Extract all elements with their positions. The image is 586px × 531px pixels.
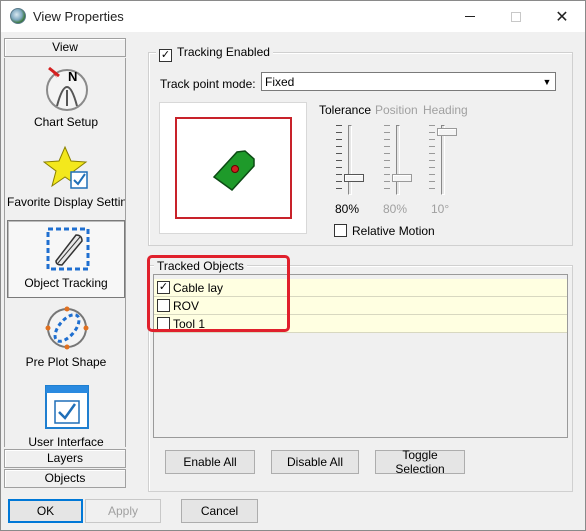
chevron-down-icon: ▼ xyxy=(538,73,555,90)
maximize-icon xyxy=(511,11,521,22)
slider-ticks xyxy=(429,125,435,195)
app-globe-icon xyxy=(10,8,26,24)
window-title: View Properties xyxy=(33,9,124,24)
tracked-vessel-graphic xyxy=(212,150,255,191)
sidebar-panel: N Chart Setup Favorite Display Settings xyxy=(4,58,126,447)
slider-track xyxy=(348,125,352,195)
slider-ticks xyxy=(384,125,390,195)
minimize-button[interactable] xyxy=(447,1,493,32)
slider-thumb xyxy=(392,174,412,182)
sidebar-item-favorite-display-settings[interactable]: Favorite Display Settings xyxy=(7,140,125,218)
title-bar: View Properties ✕ xyxy=(1,1,585,32)
tracked-vessel-icon xyxy=(46,227,90,271)
sidebar-item-pre-plot-shape[interactable]: Pre Plot Shape xyxy=(7,300,125,378)
close-icon: ✕ xyxy=(555,8,569,26)
tolerance-label: Tolerance xyxy=(319,103,372,117)
slider-thumb[interactable] xyxy=(344,174,364,182)
view-properties-window: View Properties ✕ View N Chart Setup Fav… xyxy=(0,0,586,531)
sidebar-item-chart-setup[interactable]: N Chart Setup xyxy=(7,60,125,138)
tracking-enabled-label: Tracking Enabled xyxy=(177,45,270,59)
toggle-selection-button[interactable]: Toggle Selection xyxy=(375,448,465,476)
maximize-button[interactable] xyxy=(493,1,539,32)
track-point-mode-value: Fixed xyxy=(265,75,295,89)
sidebar-item-label: Pre Plot Shape xyxy=(25,355,107,369)
slider-track xyxy=(396,125,400,195)
sidebar-item-label: User Interface xyxy=(28,435,104,447)
sidebar-header-objects[interactable]: Objects xyxy=(4,469,126,488)
sidebar: View N Chart Setup Favorite Display Sett… xyxy=(4,38,127,492)
tolerance-slider[interactable] xyxy=(336,125,364,197)
slider-ticks xyxy=(336,125,342,195)
tracking-preview xyxy=(159,102,307,234)
minimize-icon xyxy=(465,16,475,17)
relative-motion-checkbox[interactable] xyxy=(334,224,347,237)
close-button[interactable]: ✕ xyxy=(539,1,585,32)
compass-north-icon: N xyxy=(46,66,88,111)
slider-thumb xyxy=(437,128,457,136)
tolerance-value: 80% xyxy=(335,202,360,216)
svg-text:N: N xyxy=(68,69,77,84)
cancel-button[interactable]: Cancel xyxy=(181,499,258,523)
position-slider xyxy=(384,125,412,197)
heading-label: Heading xyxy=(423,103,468,117)
sidebar-item-user-interface[interactable]: User Interface xyxy=(7,380,125,447)
enable-all-button[interactable]: Enable All xyxy=(165,450,255,474)
heading-slider xyxy=(429,125,457,197)
star-checkbox-icon xyxy=(43,145,88,189)
heading-value: 10° xyxy=(431,202,450,216)
sidebar-item-label: Chart Setup xyxy=(33,115,99,129)
disable-all-button[interactable]: Disable All xyxy=(271,450,359,474)
tracking-enabled-legend: ✓ Tracking Enabled xyxy=(156,45,273,62)
sidebar-item-object-tracking[interactable]: Object Tracking xyxy=(7,220,125,298)
sidebar-header-layers[interactable]: Layers xyxy=(4,449,126,468)
preview-frame xyxy=(175,117,292,219)
sidebar-item-label: Object Tracking xyxy=(24,276,108,290)
user-interface-icon xyxy=(45,385,89,429)
position-label: Position xyxy=(375,103,418,117)
sidebar-header-view[interactable]: View xyxy=(4,38,126,57)
ok-button[interactable]: OK xyxy=(8,499,83,523)
apply-button[interactable]: Apply xyxy=(85,499,161,523)
highlight-annotation xyxy=(147,255,290,332)
preplot-shape-icon xyxy=(45,306,89,350)
sidebar-item-label: Favorite Display Settings xyxy=(7,195,125,209)
relative-motion-label: Relative Motion xyxy=(352,224,435,238)
position-value: 80% xyxy=(383,202,408,216)
track-point-mode-label: Track point mode: xyxy=(160,77,256,91)
track-point-mode-select[interactable]: Fixed ▼ xyxy=(261,72,556,91)
tracking-enabled-checkbox[interactable]: ✓ xyxy=(159,49,172,62)
